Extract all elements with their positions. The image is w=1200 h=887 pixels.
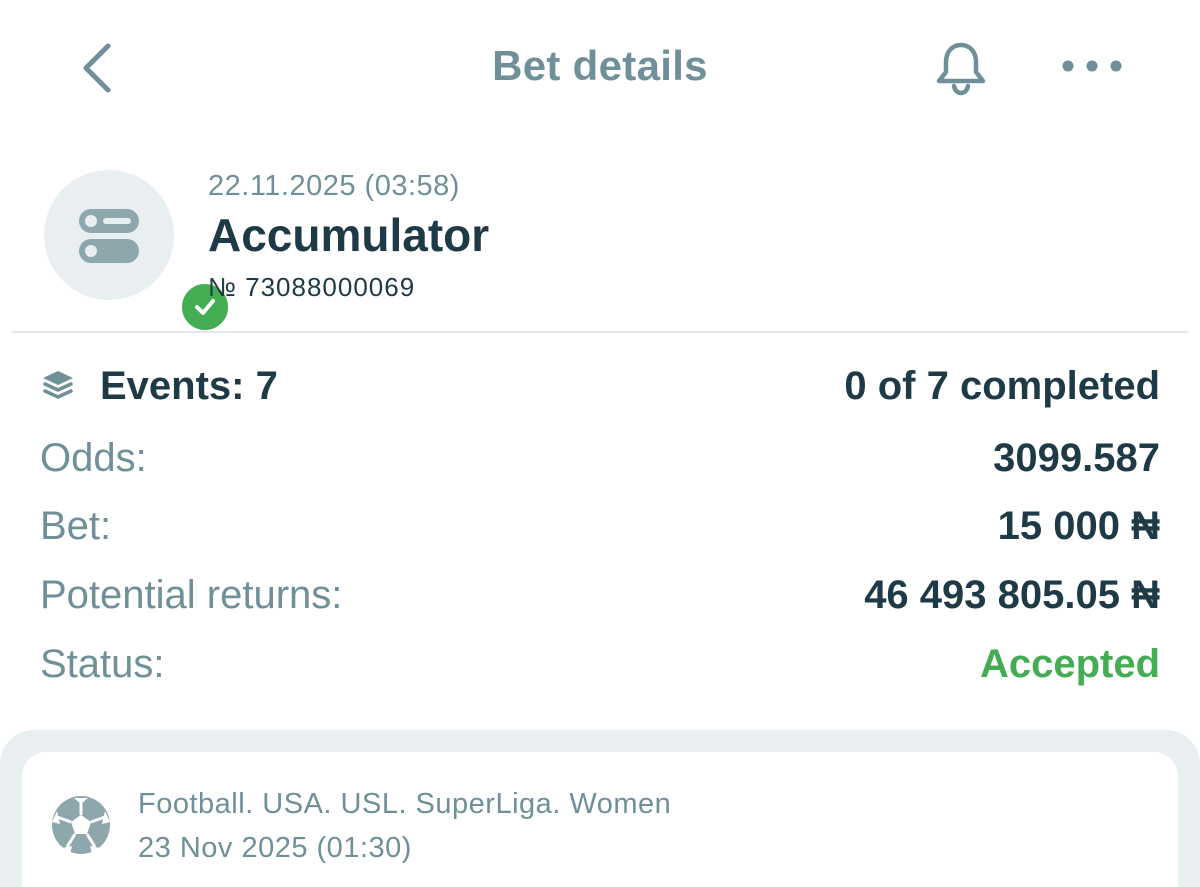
layers-icon xyxy=(43,371,73,399)
bet-number: № 73088000069 xyxy=(208,272,416,302)
events-progress: 0 of 7 completed xyxy=(844,364,1160,408)
more-horizontal-icon xyxy=(1062,60,1122,72)
event-card[interactable]: Football. USA. USL. SuperLiga. Women 23 … xyxy=(22,752,1178,887)
odds-row: Odds: 3099.587 xyxy=(40,436,1160,496)
odds-label: Odds: xyxy=(40,436,147,480)
bet-type-avatar xyxy=(44,170,232,334)
status-row: Status: Accepted xyxy=(40,642,1160,702)
returns-row: Potential returns: 46 493 805.05 ₦ xyxy=(40,573,1160,633)
bet-type-name: Accumulator xyxy=(208,209,490,261)
top-bar: Bet details xyxy=(0,0,1200,135)
bet-details-list: Events: 7 0 of 7 completed Odds: 3099.58… xyxy=(0,350,1200,700)
page-title: Bet details xyxy=(492,42,708,89)
stake-label: Bet: xyxy=(40,504,112,548)
status-label: Status: xyxy=(40,642,165,686)
notifications-button[interactable] xyxy=(930,36,992,98)
status-value: Accepted xyxy=(979,642,1160,686)
events-label: Events: 7 xyxy=(100,364,278,408)
bell-icon xyxy=(936,42,986,96)
events-row[interactable]: Events: 7 0 of 7 completed xyxy=(40,364,1160,424)
events-section: Football. USA. USL. SuperLiga. Women 23 … xyxy=(0,730,1200,887)
stake-value: 15 000 ₦ xyxy=(997,504,1160,548)
divider xyxy=(12,331,1188,333)
event-league: Football. USA. USL. SuperLiga. Women xyxy=(138,788,672,820)
returns-label: Potential returns: xyxy=(40,573,343,617)
football-icon xyxy=(52,796,110,854)
returns-value: 46 493 805.05 ₦ xyxy=(864,573,1160,617)
stake-row: Bet: 15 000 ₦ xyxy=(40,504,1160,564)
more-options-button[interactable] xyxy=(1054,46,1130,86)
odds-value: 3099.587 xyxy=(993,436,1160,480)
bet-summary: 22.11.2025 (03:58) Accumulator № 7308800… xyxy=(0,150,1200,334)
event-date: 23 Nov 2025 (01:30) xyxy=(138,832,412,864)
bet-details-screen: Bet details 22.11.2025 (03:58) Accumulat… xyxy=(0,0,1200,887)
accumulator-icon xyxy=(79,209,139,263)
bet-date: 22.11.2025 (03:58) xyxy=(208,170,460,202)
